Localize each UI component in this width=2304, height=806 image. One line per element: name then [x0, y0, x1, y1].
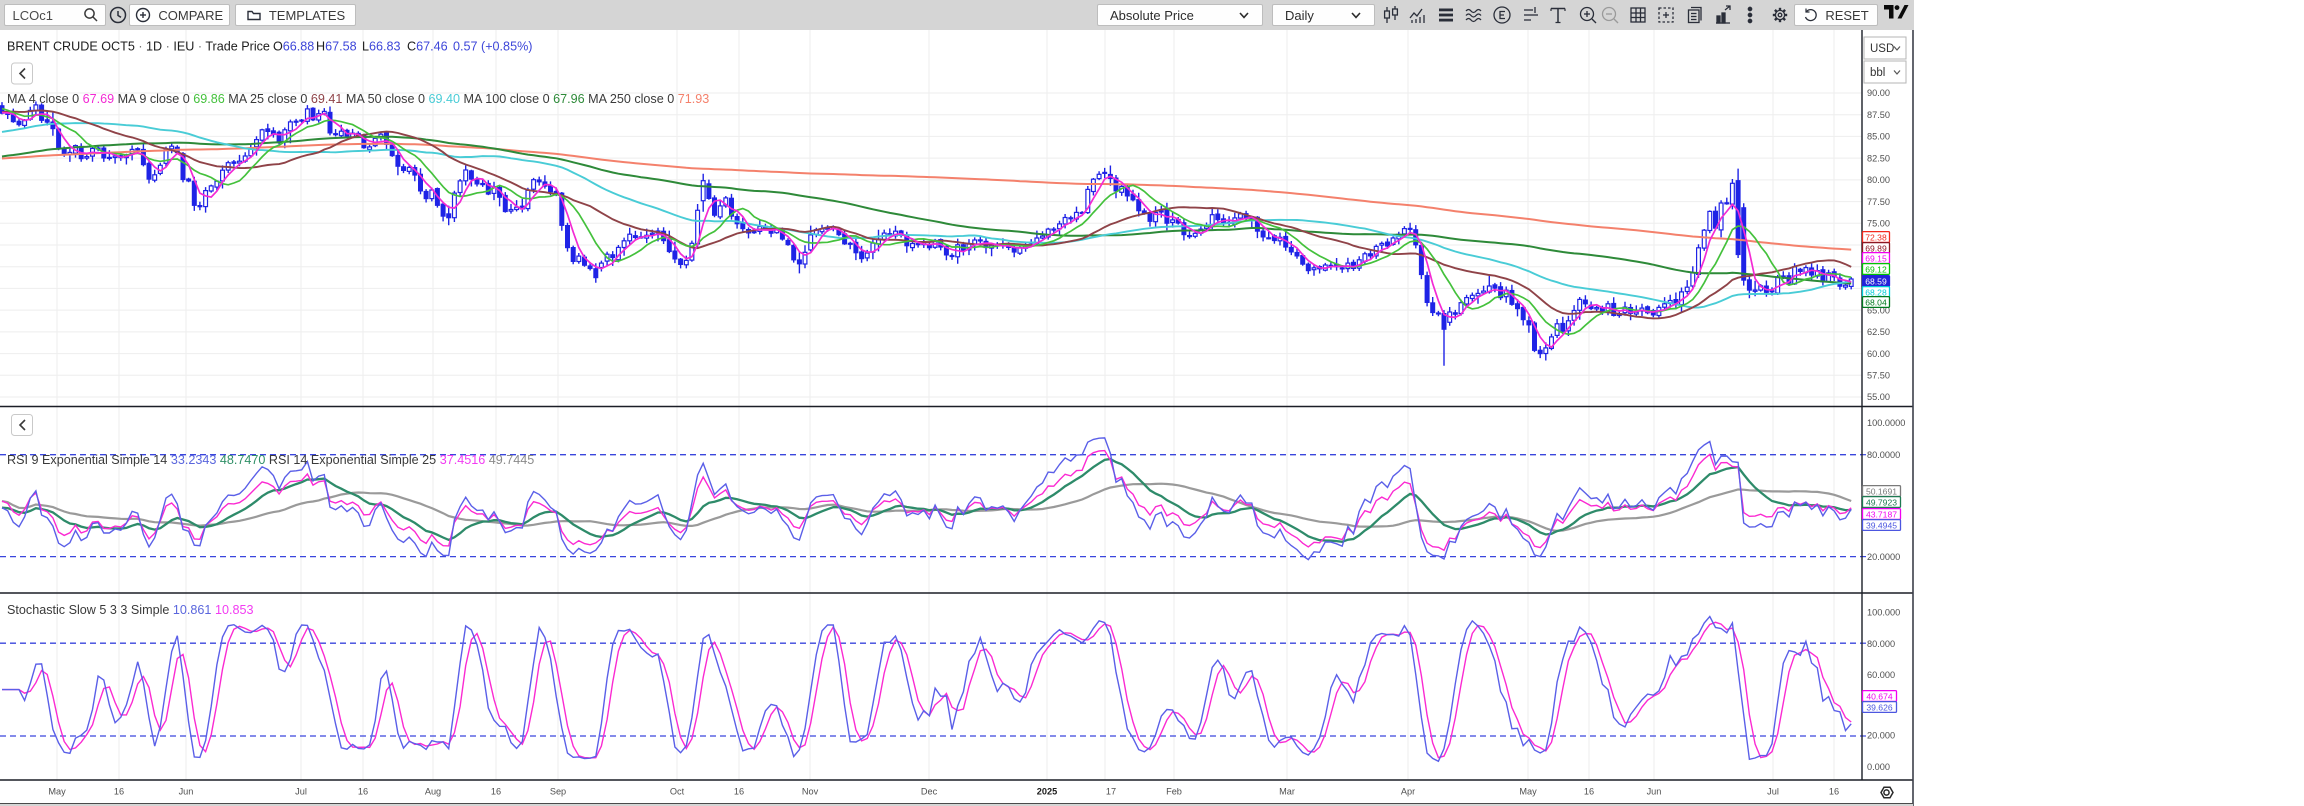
svg-text:MA 4 close 0 67.69 MA 9 close: MA 4 close 0 67.69 MA 9 close 0 69.86 MA…	[7, 92, 709, 106]
svg-text:82.50: 82.50	[1867, 153, 1890, 163]
svg-text:90.00: 90.00	[1867, 88, 1890, 98]
svg-text:87.50: 87.50	[1867, 110, 1890, 120]
svg-text:57.50: 57.50	[1867, 371, 1890, 381]
svg-text:68.28: 68.28	[1865, 287, 1887, 297]
svg-text:80.000: 80.000	[1867, 639, 1895, 649]
svg-text:16: 16	[491, 787, 501, 797]
svg-text:16: 16	[1584, 787, 1594, 797]
svg-text:Mar: Mar	[1279, 787, 1295, 797]
svg-text:Jul: Jul	[1767, 787, 1779, 797]
svg-text:Oct: Oct	[670, 787, 685, 797]
svg-text:77.50: 77.50	[1867, 197, 1890, 207]
svg-text:May: May	[48, 787, 66, 797]
svg-text:72.38: 72.38	[1865, 232, 1887, 242]
svg-text:16: 16	[114, 787, 124, 797]
svg-text:20.0000: 20.0000	[1867, 552, 1900, 562]
svg-text:Jun: Jun	[1647, 787, 1662, 797]
svg-text:16: 16	[734, 787, 744, 797]
svg-text:39.626: 39.626	[1866, 702, 1893, 712]
svg-text:Stochastic Slow 5 3 3 Simple: Stochastic Slow 5 3 3 Simple 10.861 10.8…	[7, 603, 253, 617]
svg-text:80.00: 80.00	[1867, 175, 1890, 185]
svg-text:16: 16	[358, 787, 368, 797]
svg-text:Apr: Apr	[1401, 787, 1415, 797]
svg-text:60.00: 60.00	[1867, 349, 1890, 359]
svg-text:100.000: 100.000	[1867, 608, 1900, 618]
svg-text:85.00: 85.00	[1867, 132, 1890, 142]
svg-text:49.7923: 49.7923	[1866, 497, 1897, 507]
svg-text:0.000: 0.000	[1867, 762, 1890, 772]
svg-text:69.89: 69.89	[1865, 243, 1887, 253]
svg-text:68.59: 68.59	[1865, 276, 1887, 286]
svg-text:bbl: bbl	[1870, 67, 1885, 79]
svg-text:Nov: Nov	[802, 787, 819, 797]
svg-text:50.1691: 50.1691	[1866, 486, 1897, 496]
svg-text:39.4945: 39.4945	[1866, 520, 1897, 530]
svg-text:75.00: 75.00	[1867, 219, 1890, 229]
svg-text:USD: USD	[1870, 43, 1894, 55]
svg-text:20.000: 20.000	[1867, 730, 1895, 740]
svg-text:62.50: 62.50	[1867, 327, 1890, 337]
svg-text:2025: 2025	[1037, 787, 1057, 797]
svg-text:Sep: Sep	[550, 787, 566, 797]
svg-text:100.0000: 100.0000	[1867, 418, 1905, 428]
svg-text:60.000: 60.000	[1867, 670, 1895, 680]
svg-text:68.04: 68.04	[1865, 297, 1887, 307]
svg-text:Feb: Feb	[1166, 787, 1182, 797]
svg-text:55.00: 55.00	[1867, 392, 1890, 402]
svg-text:Jun: Jun	[179, 787, 194, 797]
svg-text:69.15: 69.15	[1865, 253, 1887, 263]
svg-text:BRENT CRUDE OCT5 · 1D · IEU ·: BRENT CRUDE OCT5 · 1D · IEU · Trade Pric…	[7, 40, 532, 54]
svg-text:May: May	[1519, 787, 1537, 797]
svg-text:43.7187: 43.7187	[1866, 509, 1897, 519]
svg-text:40.674: 40.674	[1866, 691, 1893, 701]
svg-text:Aug: Aug	[425, 787, 441, 797]
svg-text:16: 16	[1829, 787, 1839, 797]
svg-text:RSI 9 Exponential Simple 14 3: RSI 9 Exponential Simple 14 33.2343 48.7…	[7, 453, 534, 467]
svg-text:Jul: Jul	[295, 787, 307, 797]
svg-text:17: 17	[1106, 787, 1116, 797]
svg-text:80.0000: 80.0000	[1867, 450, 1900, 460]
svg-text:69.12: 69.12	[1865, 264, 1887, 274]
svg-text:Dec: Dec	[921, 787, 938, 797]
